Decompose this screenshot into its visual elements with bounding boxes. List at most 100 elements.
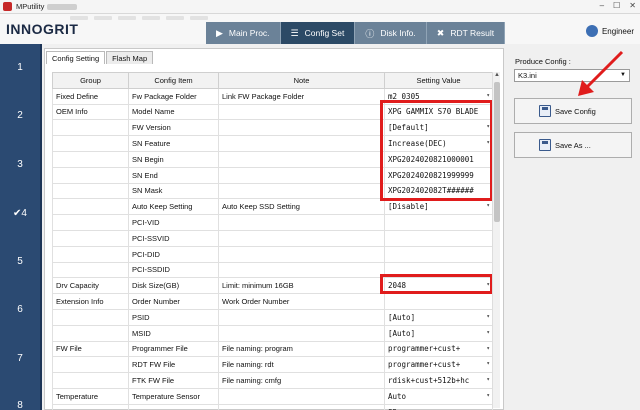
table-scrollbar[interactable]: ▲ bbox=[492, 72, 500, 408]
config-item-cell: Programmer File bbox=[128, 340, 219, 358]
tab-label: Config Set bbox=[304, 28, 345, 38]
setting-value-dropdown[interactable]: Increase(DEC) ▾ bbox=[384, 135, 493, 152]
table-row: SN Mask XPG202402082T###### bbox=[52, 182, 493, 200]
brand-logo: INNOGRIT bbox=[6, 21, 78, 37]
group-cell bbox=[52, 403, 129, 410]
config-item-cell: SMART Max bbox=[128, 403, 219, 410]
menu-item[interactable] bbox=[70, 16, 88, 20]
setting-value-dropdown[interactable]: [Default] ▾ bbox=[384, 119, 493, 137]
chevron-down-icon[interactable]: ▾ bbox=[486, 92, 490, 99]
menu-item[interactable] bbox=[94, 16, 112, 20]
note-cell bbox=[218, 166, 385, 184]
setting-value-dropdown[interactable]: programmer+cust+ ▾ bbox=[384, 340, 493, 358]
setting-value-text: programmer+cust+ bbox=[388, 360, 461, 370]
step-3[interactable]: 3 bbox=[0, 159, 40, 170]
setting-value-text: [Default] bbox=[388, 123, 429, 133]
maximize-icon[interactable]: ☐ bbox=[613, 1, 620, 10]
setting-value-dropdown[interactable]: [Disable] ▾ bbox=[384, 198, 493, 216]
chevron-down-icon[interactable]: ▾ bbox=[486, 376, 490, 383]
tab-main-proc[interactable]: ▶ Main Proc. bbox=[206, 22, 281, 44]
chevron-down-icon[interactable]: ▾ bbox=[486, 202, 490, 209]
setting-value-field[interactable] bbox=[384, 245, 493, 263]
setting-value-text: 2048 bbox=[388, 281, 407, 291]
setting-value-dropdown[interactable]: 2048 ▾ bbox=[384, 277, 493, 295]
menu-item[interactable] bbox=[190, 16, 208, 20]
chevron-down-icon[interactable]: ▾ bbox=[486, 313, 490, 320]
subtab-config-setting[interactable]: Config Setting bbox=[46, 51, 106, 64]
step-5[interactable]: 5 bbox=[0, 256, 40, 267]
window-title-redacted bbox=[47, 3, 78, 10]
group-cell bbox=[52, 308, 129, 326]
save-config-button[interactable]: Save Config bbox=[514, 98, 632, 124]
table-row: RDT FW File File naming: rdt programmer+cu… bbox=[52, 356, 493, 374]
config-item-cell: PSID bbox=[128, 308, 219, 326]
step-4-checked[interactable]: ✔4 bbox=[0, 208, 40, 219]
chevron-down-icon[interactable]: ▾ bbox=[486, 392, 490, 399]
setting-value-field[interactable] bbox=[384, 293, 493, 310]
chevron-down-icon[interactable]: ▾ bbox=[486, 139, 490, 146]
minimize-icon[interactable]: – bbox=[600, 1, 604, 10]
close-icon[interactable]: ✕ bbox=[629, 1, 636, 10]
table-row: SN End XPG2024020821999999 bbox=[52, 166, 493, 184]
tab-config-set[interactable]: ☰ Config Set bbox=[280, 22, 356, 44]
setting-value-text: XPG GAMMIX S70 BLADE bbox=[388, 107, 479, 117]
note-cell: File naming: cmfg bbox=[218, 372, 385, 389]
chevron-down-icon[interactable]: ▾ bbox=[486, 123, 490, 130]
setting-value-field[interactable]: XPG2024020821000001 bbox=[384, 150, 493, 168]
tab-rdt-result[interactable]: ✖ RDT Result bbox=[426, 22, 506, 44]
setting-value-dropdown[interactable]: Auto ▾ bbox=[384, 387, 493, 405]
step-1[interactable]: 1 bbox=[0, 62, 40, 73]
tab-disk-info[interactable]: ⓘ Disk Info. bbox=[355, 22, 427, 44]
setting-value-dropdown[interactable]: [Auto] ▾ bbox=[384, 324, 493, 342]
table-row: PSID [Auto] ▾ bbox=[52, 308, 493, 326]
config-item-cell: FTK FW File bbox=[128, 372, 219, 389]
group-cell bbox=[52, 182, 129, 200]
scroll-up-icon[interactable]: ▲ bbox=[493, 72, 501, 78]
menu-strip bbox=[70, 16, 208, 20]
setting-value-dropdown[interactable]: [Auto] ▾ bbox=[384, 308, 493, 326]
brand-logo-text: INNOGRIT bbox=[6, 21, 79, 37]
config-item-cell: SN Mask bbox=[128, 182, 219, 200]
menu-item[interactable] bbox=[166, 16, 184, 20]
setting-value-field[interactable] bbox=[384, 261, 493, 279]
subtab-flash-map[interactable]: Flash Map bbox=[106, 51, 154, 64]
config-item-cell: MSID bbox=[128, 324, 219, 342]
table-row: Extension Info Order Number Work Order Num… bbox=[52, 293, 493, 310]
setting-value-field[interactable] bbox=[384, 214, 493, 231]
setting-value-dropdown[interactable]: 85▾ bbox=[384, 403, 493, 410]
setting-value-dropdown[interactable]: programmer+cust+ ▾ bbox=[384, 356, 493, 374]
setting-value-field[interactable]: XPG202402082T###### bbox=[384, 182, 493, 200]
setting-value-text: Increase(DEC) bbox=[388, 139, 447, 149]
setting-value-dropdown[interactable]: rdisk+cust+512b+hc ▾ bbox=[384, 372, 493, 389]
table-row: PCI-DID bbox=[52, 245, 493, 263]
step-8[interactable]: 8 bbox=[0, 400, 40, 410]
setting-value-field[interactable]: XPG GAMMIX S70 BLADE bbox=[384, 103, 493, 121]
setting-value-field[interactable] bbox=[384, 229, 493, 247]
sliders-icon: ☰ bbox=[290, 27, 299, 38]
config-item-cell: PCI-SSVID bbox=[128, 229, 219, 247]
user-indicator[interactable]: Engineer bbox=[585, 25, 634, 37]
table-header-row: Group Config Item Note Setting Value bbox=[52, 72, 493, 89]
setting-value-text: Auto bbox=[388, 391, 407, 401]
save-as-button[interactable]: Save As ... bbox=[514, 132, 632, 158]
table-row: SMART Max 85▾ bbox=[52, 403, 493, 410]
scrollbar-thumb[interactable] bbox=[494, 82, 500, 222]
save-config-label: Save Config bbox=[555, 106, 596, 116]
note-cell bbox=[218, 135, 385, 152]
chevron-down-icon[interactable]: ▾ bbox=[486, 345, 490, 352]
chevron-down-icon[interactable]: ▾ bbox=[486, 281, 490, 288]
step-7[interactable]: 7 bbox=[0, 353, 40, 364]
chevron-down-icon[interactable]: ▾ bbox=[486, 360, 490, 367]
menu-item[interactable] bbox=[118, 16, 136, 20]
menu-item[interactable] bbox=[142, 16, 160, 20]
main-nav-tabs: ▶ Main Proc. ☰ Config Set ⓘ Disk Info. ✖… bbox=[206, 22, 506, 44]
group-cell bbox=[52, 324, 129, 342]
save-as-label: Save As ... bbox=[555, 140, 591, 150]
setting-value-dropdown[interactable]: m2_0305 ▾ bbox=[384, 87, 493, 105]
note-cell: Auto Keep SSD Setting bbox=[218, 198, 385, 216]
chevron-down-icon[interactable]: ▾ bbox=[486, 329, 490, 336]
step-6[interactable]: 6 bbox=[0, 304, 40, 315]
setting-value-field[interactable]: XPG2024020821999999 bbox=[384, 166, 493, 184]
config-item-cell: Auto Keep Setting bbox=[128, 198, 219, 216]
step-2[interactable]: 2 bbox=[0, 110, 40, 121]
